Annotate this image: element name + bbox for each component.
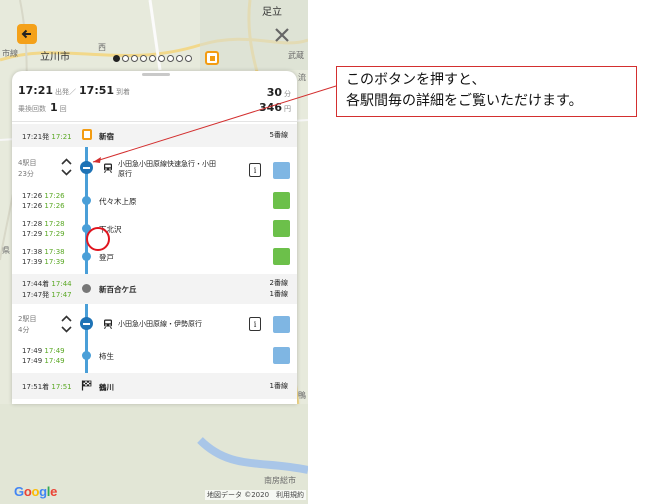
depart-time: 17:21発 17:21: [22, 133, 72, 141]
expand-stops-icon[interactable]: [61, 158, 72, 176]
transfer-count: 乗換回数 1 回: [18, 101, 67, 114]
phone-screenshot: 足立 市線 立川市 西 武蔵 流 県 鴨 南房総市 17:21 出発／ 17:51 到…: [0, 0, 308, 504]
map-label: 市線: [2, 49, 18, 58]
depart-time: 17:47発 17:47: [22, 291, 72, 299]
map-label: 鴨: [298, 391, 306, 400]
time-summary: 17:21 出発／ 17:51 到着: [18, 84, 131, 97]
stop-row[interactable]: 17:28 17:28 17:29 17:29 下北沢: [12, 216, 297, 242]
page-dot[interactable]: [176, 54, 183, 62]
line-name: 小田急小田原線・伊勢原行: [118, 320, 202, 328]
back-button[interactable]: [17, 24, 37, 44]
segment-info: 2駅目 4分: [18, 315, 37, 334]
route-summary: 17:21 出発／ 17:51 到着 乗換回数 1 回 30 分 346 円: [12, 80, 297, 120]
station-name: 柿生: [99, 352, 114, 361]
map-label: 立川市: [40, 52, 70, 63]
highlight-circle: [86, 227, 110, 251]
close-button[interactable]: [271, 24, 293, 46]
station-name: 新宿: [99, 132, 114, 141]
page-dot[interactable]: [122, 54, 129, 62]
stop-time: 17:39 17:39: [22, 258, 65, 266]
goal-flag-icon: [81, 380, 92, 391]
car-position-icon[interactable]: [273, 347, 290, 364]
callout-text: このボタンを押すと、: [346, 72, 486, 88]
stop-time: 17:28 17:28: [22, 220, 65, 228]
callout-box: このボタンを押すと、 各駅間毎の詳細をご覧いただけます。: [336, 66, 637, 117]
stop-row[interactable]: 17:38 17:38 17:39 17:39 登戸: [12, 244, 297, 270]
page-indicator[interactable]: [113, 53, 192, 63]
stop-time: 17:49 17:49: [22, 357, 65, 365]
close-icon: [275, 28, 289, 42]
line-name: 小田急小田原線快速急行・小田 原行: [118, 160, 216, 178]
segment-info: 4駅目 23分: [18, 159, 37, 178]
info-button[interactable]: i: [249, 317, 261, 331]
map-label: 南房総市: [264, 476, 296, 485]
map-label: 足立: [262, 7, 282, 18]
page-dot[interactable]: [158, 54, 165, 62]
car-position-icon[interactable]: [273, 162, 290, 179]
origin-icon: [82, 129, 92, 140]
page-dot[interactable]: [149, 54, 156, 62]
transfer-row[interactable]: 17:44着 17:44 17:47発 17:47 新百合ケ丘 2番線 1番線: [12, 274, 297, 304]
arrive-time: 17:51着 17:51: [22, 383, 72, 391]
map-label: 西: [98, 43, 106, 52]
page-dot[interactable]: [113, 54, 120, 62]
arrive-time: 17:44着 17:44: [22, 280, 72, 288]
origin-row[interactable]: 17:21発 17:21 新宿 5番線: [12, 124, 297, 147]
sheet-grabber[interactable]: [142, 73, 170, 76]
train-node-icon[interactable]: [80, 161, 93, 174]
stop-time: 17:26 17:26: [22, 192, 65, 200]
google-logo: Google: [14, 484, 58, 499]
page-dot[interactable]: [131, 54, 138, 62]
train-segment[interactable]: 2駅目 4分 小田急小田原線・伊勢原行 i: [12, 309, 297, 339]
info-button[interactable]: i: [249, 163, 261, 177]
arrow-left-icon: [21, 29, 31, 39]
map-attribution[interactable]: 地図データ ©2020 利用規約: [205, 490, 307, 500]
car-position-icon[interactable]: [273, 192, 290, 209]
map-label: 流: [298, 73, 306, 82]
route-detail-sheet[interactable]: 17:21 出発／ 17:51 到着 乗換回数 1 回 30 分 346 円 17:21発 1…: [12, 71, 297, 404]
expand-stops-icon[interactable]: [61, 315, 72, 333]
page-dot[interactable]: [140, 54, 147, 62]
figure: 足立 市線 立川市 西 武蔵 流 県 鴨 南房総市 17:21 出発／ 17:51 到…: [0, 0, 672, 504]
station-name: 新百合ケ丘: [99, 285, 137, 294]
train-icon: [104, 163, 112, 173]
map-label: 県: [2, 246, 10, 255]
fare: 346 円: [259, 101, 291, 114]
stop-node: [82, 196, 91, 205]
train-icon: [104, 319, 112, 329]
page-dot[interactable]: [185, 54, 192, 62]
map-pin-icon[interactable]: [205, 51, 219, 65]
page-dot[interactable]: [167, 54, 174, 62]
divider: [12, 121, 297, 122]
stop-row[interactable]: 17:49 17:49 17:49 17:49 柿生: [12, 343, 297, 369]
train-node-icon[interactable]: [80, 317, 93, 330]
stop-time: 17:26 17:26: [22, 202, 65, 210]
track-number: 5番線: [269, 131, 288, 139]
track-number: 1番線: [269, 382, 288, 390]
stop-node: [82, 351, 91, 360]
station-name: 登戸: [99, 253, 114, 262]
stop-time: 17:49 17:49: [22, 347, 65, 355]
destination-row[interactable]: 17:51着 17:51 鶴川 1番線: [12, 373, 297, 399]
track-number: 2番線 1番線: [269, 279, 288, 298]
car-position-icon[interactable]: [273, 220, 290, 237]
car-position-icon[interactable]: [273, 248, 290, 265]
train-segment[interactable]: 4駅目 23分 小田急小田原線快速急行・小田 原行 i: [12, 153, 297, 183]
callout-text: 各駅間毎の詳細をご覧いただけます。: [346, 93, 583, 109]
transfer-node: [82, 284, 91, 293]
station-name: 代々木上原: [99, 197, 137, 206]
stop-row[interactable]: 17:26 17:26 17:26 17:26 代々木上原: [12, 188, 297, 214]
stop-node: [82, 252, 91, 261]
duration: 30 分: [266, 86, 291, 99]
map-label: 武蔵: [288, 51, 304, 60]
station-name: 鶴川: [99, 383, 114, 392]
car-position-icon[interactable]: [273, 316, 290, 333]
stop-time: 17:38 17:38: [22, 248, 65, 256]
stop-time: 17:29 17:29: [22, 230, 65, 238]
